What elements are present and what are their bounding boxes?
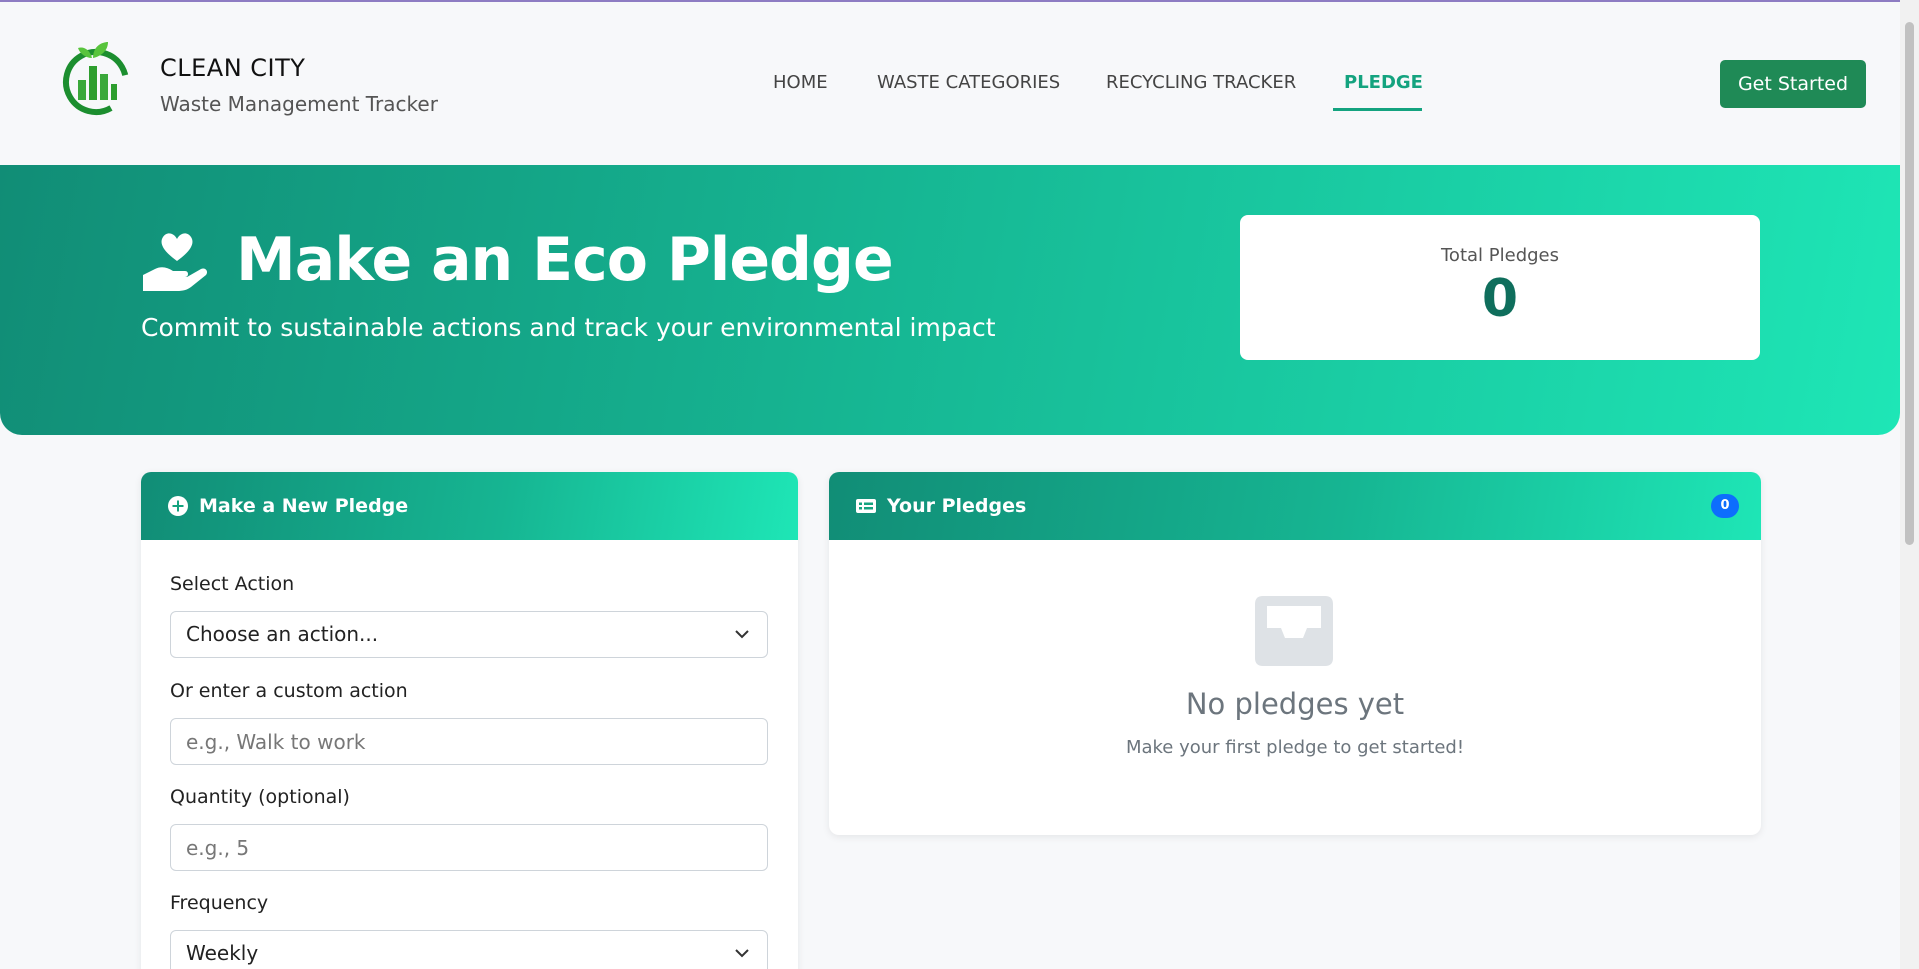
nav-pledge[interactable]: PLEDGE — [1344, 72, 1423, 112]
page-title: Make an Eco Pledge — [236, 225, 894, 295]
new-pledge-card-header: Make a New Pledge — [141, 472, 798, 540]
nav-home[interactable]: HOME — [773, 72, 828, 112]
chevron-down-icon — [735, 630, 749, 639]
quantity-label: Quantity (optional) — [170, 786, 350, 808]
total-pledges-card: Total Pledges 0 — [1240, 215, 1760, 360]
hero-banner: Make an Eco Pledge Commit to sustainable… — [0, 165, 1900, 435]
nav-active-indicator — [1333, 108, 1422, 111]
pledge-count-badge: 0 — [1711, 494, 1739, 518]
new-pledge-title: Make a New Pledge — [199, 495, 409, 517]
total-pledges-label: Total Pledges — [1441, 245, 1559, 266]
empty-state-subtitle: Make your first pledge to get started! — [1125, 737, 1465, 758]
clean-city-logo-icon[interactable] — [62, 36, 130, 116]
select-action-value: Choose an action... — [186, 622, 379, 646]
brand-title: CLEAN CITY — [160, 54, 306, 82]
select-action-label: Select Action — [170, 573, 295, 595]
site-header: CLEAN CITY Waste Management Tracker HOME… — [0, 2, 1900, 165]
scrollbar-thumb[interactable] — [1905, 22, 1914, 545]
nav-waste-categories[interactable]: WASTE CATEGORIES — [877, 72, 1060, 112]
frequency-label: Frequency — [170, 892, 269, 914]
hand-holding-heart-icon — [143, 233, 208, 291]
brand-subtitle: Waste Management Tracker — [160, 92, 438, 116]
frequency-dropdown[interactable]: Weekly — [170, 930, 768, 969]
nav-recycling-tracker[interactable]: RECYCLING TRACKER — [1106, 72, 1296, 112]
plus-circle-icon — [168, 496, 188, 516]
custom-action-label: Or enter a custom action — [170, 680, 408, 702]
inbox-icon — [1255, 596, 1333, 666]
page-scrollbar[interactable] — [1900, 0, 1919, 969]
get-started-button[interactable]: Get Started — [1720, 60, 1866, 108]
frequency-value: Weekly — [186, 941, 259, 965]
your-pledges-card-header: Your Pledges 0 — [829, 472, 1761, 540]
your-pledges-card: Your Pledges 0 No pledges yet Make your … — [829, 472, 1761, 835]
quantity-input[interactable] — [170, 824, 768, 871]
select-action-dropdown[interactable]: Choose an action... — [170, 611, 768, 658]
your-pledges-title: Your Pledges — [887, 495, 1027, 517]
new-pledge-card: Make a New Pledge Select Action Choose a… — [141, 472, 798, 969]
list-card-icon — [856, 499, 876, 513]
chevron-down-icon — [735, 949, 749, 958]
custom-action-input[interactable] — [170, 718, 768, 765]
total-pledges-value: 0 — [1481, 269, 1519, 329]
empty-state-title: No pledges yet — [1185, 687, 1405, 721]
hero-subtitle: Commit to sustainable actions and track … — [141, 313, 996, 342]
